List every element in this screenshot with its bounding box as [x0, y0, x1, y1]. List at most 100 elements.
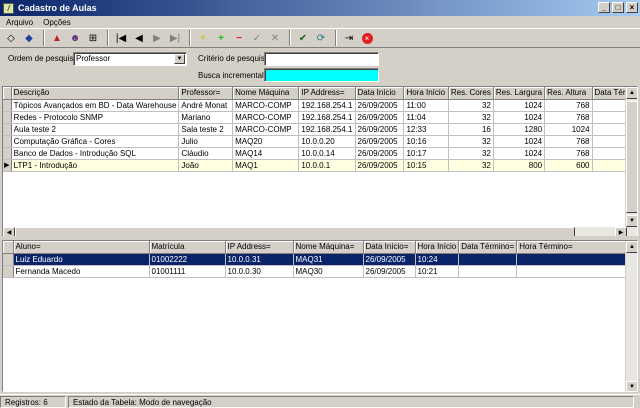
table-cell[interactable]: Redes - Protocolo SNMP [11, 111, 180, 124]
table-cell[interactable]: 1024 [493, 99, 546, 112]
table-row[interactable]: Tópicos Avançados em BD - Data Warehouse… [3, 99, 637, 112]
row-indicator[interactable] [3, 123, 12, 136]
eraser-icon[interactable]: ◇ [3, 30, 19, 46]
table-cell[interactable]: 768 [544, 147, 593, 160]
delete-icon[interactable]: − [231, 30, 247, 46]
scroll-up-icon[interactable]: ▲ [626, 87, 637, 99]
table-cell[interactable]: MARCO-COMP [232, 99, 300, 112]
table-cell[interactable] [516, 253, 630, 266]
table-cell[interactable]: 10:15 [403, 159, 449, 172]
table-cell[interactable]: 26/09/2005 [363, 253, 416, 266]
table-cell[interactable]: MARCO-COMP [232, 123, 300, 136]
table-cell[interactable]: 12:33 [403, 123, 449, 136]
table-cell[interactable]: 10.0.0.31 [225, 253, 294, 266]
table-cell[interactable]: 26/09/2005 [355, 111, 405, 124]
tree-icon[interactable]: ⊞ [85, 30, 101, 46]
table-cell[interactable]: 768 [544, 111, 593, 124]
scroll-down-icon[interactable]: ▼ [626, 381, 637, 391]
table-cell[interactable]: 600 [544, 159, 593, 172]
col-professor[interactable]: Professor= [178, 87, 234, 100]
table-cell[interactable]: 01002222 [149, 253, 226, 266]
table-cell[interactable]: 10:16 [403, 135, 449, 148]
maximize-button[interactable]: □ [612, 2, 624, 13]
col-matricula[interactable]: Matrícula [149, 241, 226, 254]
col-hora-inicio[interactable]: Hora Início [403, 87, 449, 100]
order-combo[interactable]: Professor ▼ [73, 52, 187, 66]
menu-arquivo[interactable]: Arquivo [6, 18, 33, 27]
cancel-edit-icon[interactable]: ✕ [267, 30, 283, 46]
table-cell[interactable]: 768 [544, 99, 593, 112]
prior-record-icon[interactable]: ◀ [131, 30, 147, 46]
table-cell[interactable]: 192.168.254.1 [298, 111, 356, 124]
scroll-down-icon[interactable]: ▼ [626, 215, 637, 227]
row-indicator[interactable] [3, 265, 14, 278]
table-cell[interactable]: João [178, 159, 234, 172]
menu-opcoes[interactable]: Opções [43, 18, 71, 27]
col-nome-maquina[interactable]: Nome Máquina [232, 87, 300, 100]
table-cell[interactable]: MAQ20 [232, 135, 300, 148]
col-aluno[interactable]: Aluno= [13, 241, 150, 254]
table-cell[interactable] [516, 265, 630, 278]
stop-icon[interactable]: × [359, 30, 375, 46]
table-cell[interactable]: 10:17 [403, 147, 449, 160]
row-indicator[interactable] [3, 99, 12, 112]
table-cell[interactable]: 10.0.0.1 [298, 159, 356, 172]
tag-icon[interactable]: ◆ [21, 30, 37, 46]
row-indicator[interactable] [3, 111, 12, 124]
table-cell[interactable]: Fernanda Macedo [13, 265, 150, 278]
table-cell[interactable]: MAQ31 [293, 253, 364, 266]
table-cell[interactable]: 192.168.254.1 [298, 123, 356, 136]
col-ip-address[interactable]: IP Address= [298, 87, 356, 100]
table-cell[interactable]: LTP1 - Introdução [11, 159, 180, 172]
col-descricao[interactable]: Descrição [11, 87, 180, 100]
add-icon[interactable]: + [213, 30, 229, 46]
table-row[interactable]: Luiz Eduardo 01002222 10.0.0.31 MAQ31 26/09/… [3, 253, 630, 266]
table-cell[interactable]: 10.0.0.30 [225, 265, 294, 278]
table-cell[interactable]: 26/09/2005 [355, 135, 405, 148]
col-res-altura[interactable]: Res. Altura [544, 87, 593, 100]
col-ip-address[interactable]: IP Address= [225, 241, 294, 254]
row-indicator[interactable] [3, 253, 14, 266]
table-cell[interactable]: 32 [448, 135, 494, 148]
table-row[interactable]: ▶ LTP1 - Introdução João MAQ1 10.0.0.1 26/09/… [3, 159, 637, 172]
users-icon[interactable]: ☻ [67, 30, 83, 46]
table-cell[interactable]: Mariano [178, 111, 234, 124]
col-hora-inicio[interactable]: Hora Início [415, 241, 460, 254]
table-cell[interactable]: 26/09/2005 [355, 123, 405, 136]
table-cell[interactable]: 10:21 [415, 265, 460, 278]
table-cell[interactable]: 1024 [493, 147, 546, 160]
table-cell[interactable]: Sala teste 2 [178, 123, 234, 136]
table-row[interactable]: Redes - Protocolo SNMP Mariano MARCO-COMP 1… [3, 111, 637, 124]
table-row[interactable]: Computação Gráfica - Cores Julio MAQ20 10.0… [3, 135, 637, 148]
chevron-down-icon[interactable]: ▼ [174, 54, 185, 64]
next-record-icon[interactable]: ▶ [149, 30, 165, 46]
table-cell[interactable]: Computação Gráfica - Cores [11, 135, 180, 148]
table-cell[interactable]: 10:24 [415, 253, 460, 266]
table-cell[interactable]: Aula teste 2 [11, 123, 180, 136]
table-cell[interactable]: 800 [493, 159, 546, 172]
table-cell[interactable]: 32 [448, 159, 494, 172]
col-data-inicio[interactable]: Data Início [355, 87, 405, 100]
table-cell[interactable]: 1024 [493, 135, 546, 148]
table-cell[interactable]: 192.168.254.1 [298, 99, 356, 112]
last-record-icon[interactable]: ▶| [167, 30, 183, 46]
row-indicator[interactable]: ▶ [3, 159, 12, 172]
refresh-icon[interactable]: ⟳ [313, 30, 329, 46]
criteria-input[interactable] [264, 52, 379, 66]
exit-icon[interactable]: ⇥ [341, 30, 357, 46]
table-cell[interactable]: 16 [448, 123, 494, 136]
scroll-up-icon[interactable]: ▲ [626, 241, 637, 253]
col-data-termino[interactable]: Data Término= [458, 241, 518, 254]
table-cell[interactable]: MAQ1 [232, 159, 300, 172]
classes-vertical-scrollbar[interactable]: ▲ ▼ [625, 87, 637, 227]
table-cell[interactable]: 26/09/2005 [355, 147, 405, 160]
table-row[interactable]: Aula teste 2 Sala teste 2 MARCO-COMP 192.16… [3, 123, 637, 136]
table-cell[interactable]: 10.0.0.20 [298, 135, 356, 148]
table-cell[interactable]: 26/09/2005 [355, 159, 405, 172]
col-res-largura[interactable]: Res. Largura [493, 87, 546, 100]
table-cell[interactable]: MARCO-COMP [232, 111, 300, 124]
table-cell[interactable]: Luiz Eduardo [13, 253, 150, 266]
students-grid[interactable]: Aluno= Matrícula IP Address= Nome Máquin… [2, 240, 638, 392]
col-nome-maquina[interactable]: Nome Máquina= [293, 241, 364, 254]
table-cell[interactable]: André Monat [178, 99, 234, 112]
